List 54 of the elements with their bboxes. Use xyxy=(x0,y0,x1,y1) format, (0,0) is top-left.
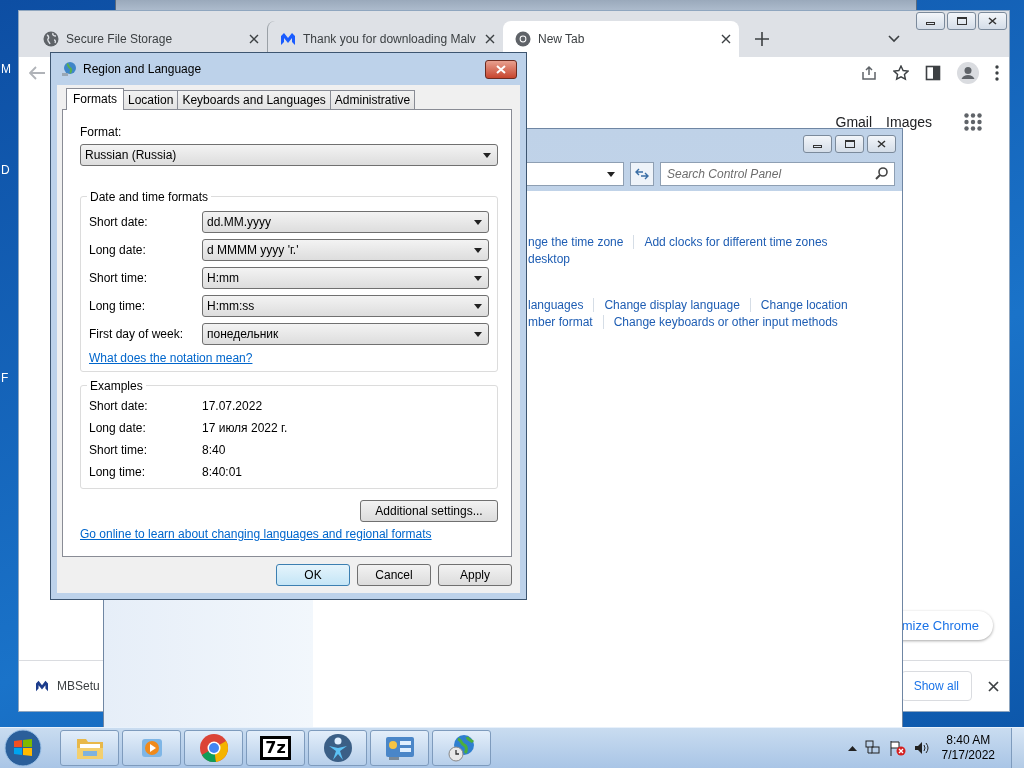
format-dropdown[interactable]: d MMMM yyyy 'г.' xyxy=(202,239,489,261)
example-label: Short date: xyxy=(89,399,149,413)
tab[interactable]: Administrative xyxy=(329,90,416,109)
example-value: 8:40:01 xyxy=(202,465,243,479)
field-label: Long date: xyxy=(89,243,147,257)
dialog-button[interactable]: OK xyxy=(276,564,350,586)
desktop-icon-label[interactable]: F xyxy=(1,371,9,385)
task-link[interactable]: nge the time zone xyxy=(528,234,624,249)
tab[interactable]: Keyboards and Languages xyxy=(177,90,331,109)
help-link[interactable]: What does the notation mean? xyxy=(89,351,253,365)
example-value: 17 июля 2022 г. xyxy=(202,421,288,435)
field-label: Short time: xyxy=(89,271,149,285)
example-label: Long time: xyxy=(89,465,147,479)
dialog-button[interactable]: Cancel xyxy=(357,564,431,586)
browser-tab[interactable]: Secure File Storage xyxy=(31,21,267,57)
example-value: 8:40 xyxy=(202,443,226,457)
task-link[interactable]: Change location xyxy=(760,297,848,312)
taskbar-button[interactable]: 7z xyxy=(246,730,305,766)
format-dropdown[interactable]: H:mm:ss xyxy=(202,295,489,317)
example-label: Long date: xyxy=(89,421,147,435)
task-link[interactable]: mber format xyxy=(528,314,593,329)
task-link[interactable]: Change display language xyxy=(604,297,740,312)
field-label: Long time: xyxy=(89,299,147,313)
desktop-icon-label[interactable]: D xyxy=(1,163,10,177)
desktop-icon-label[interactable]: M xyxy=(1,62,11,76)
app-logo: 7z xyxy=(260,736,291,760)
task-link[interactable]: Change keyboards or other input methods xyxy=(613,314,838,329)
header-link[interactable]: Images xyxy=(886,114,932,130)
task-link[interactable]: desktop xyxy=(528,251,571,266)
task-link[interactable]: languages xyxy=(528,297,584,312)
help-link[interactable]: Go online to learn about changing languages and regional formats xyxy=(80,527,432,541)
group-title: Date and time formats xyxy=(87,190,212,204)
tab[interactable]: Formats xyxy=(66,88,124,110)
example-label: Short time: xyxy=(89,443,149,457)
clock-time[interactable]: 8:40 AM xyxy=(946,733,991,748)
example-value: 17.07.2022 xyxy=(202,399,263,413)
format-dropdown[interactable]: dd.MM.yyyy xyxy=(202,211,489,233)
field-label: First day of week: xyxy=(89,327,185,341)
search-field[interactable]: Search Control Panel xyxy=(660,162,895,186)
header-link[interactable]: Gmail xyxy=(835,114,873,130)
task-link[interactable]: Add clocks for different time zones xyxy=(644,234,828,249)
format-dropdown[interactable]: H:mm xyxy=(202,267,489,289)
window-title: Region and Language xyxy=(83,62,202,76)
field-label: Short date: xyxy=(89,215,149,229)
field-label: Format: xyxy=(80,125,123,139)
format-dropdown[interactable]: Russian (Russia) xyxy=(80,144,498,166)
format-dropdown[interactable]: понедельник xyxy=(202,323,489,345)
browser-tab[interactable]: New Tab xyxy=(503,21,739,57)
additional-settings-button[interactable]: Additional settings... xyxy=(360,500,498,522)
tab[interactable]: Location xyxy=(123,90,179,109)
group-title: Examples xyxy=(87,379,146,393)
dialog-button[interactable]: Apply xyxy=(438,564,512,586)
download-item[interactable]: MBSetu xyxy=(57,679,100,693)
clock-date[interactable]: 7/17/2022 xyxy=(941,748,995,763)
